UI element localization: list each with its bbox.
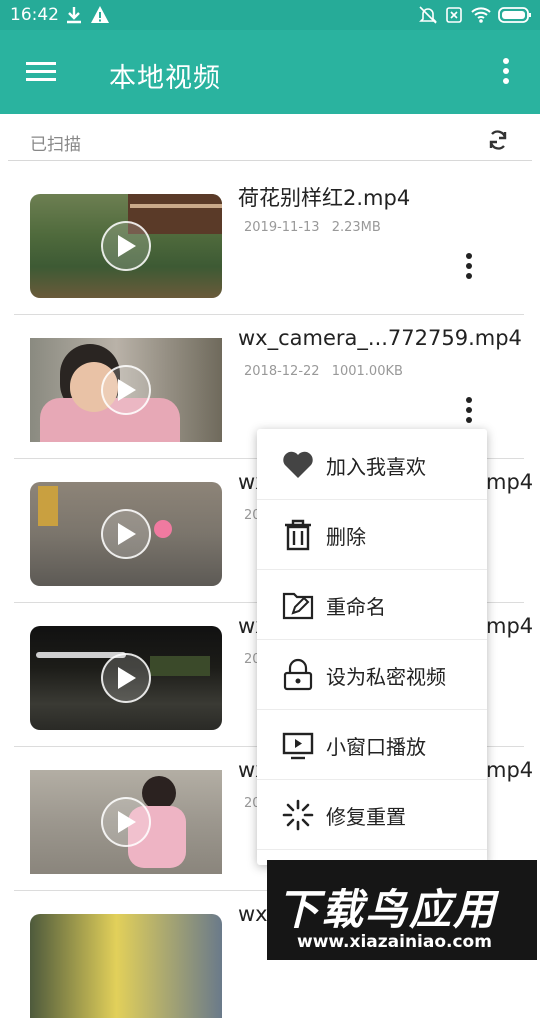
hamburger-menu-icon[interactable] — [26, 58, 58, 86]
trash-icon — [285, 519, 311, 551]
video-name-tail: mp4 — [486, 470, 534, 494]
rename-icon — [282, 592, 314, 620]
scan-status-label: 已扫描 — [30, 135, 81, 155]
page-title: 本地视频 — [109, 63, 221, 94]
more-vertical-icon[interactable] — [464, 396, 474, 426]
video-name-tail: mp4 — [486, 758, 534, 782]
watermark-url: www.xiazainiao.com — [297, 932, 492, 952]
video-size: 2.23MB — [331, 220, 381, 235]
video-date: 2018-12-22 — [244, 364, 320, 379]
heart-icon — [283, 451, 313, 478]
video-name-tail: mp4 — [486, 614, 534, 638]
play-icon — [101, 797, 151, 847]
menu-item-label: 删除 — [326, 525, 366, 549]
play-icon — [101, 221, 151, 271]
video-thumbnail[interactable] — [30, 770, 222, 874]
status-time: 16:42 — [10, 5, 59, 25]
menu-item-label: 修复重置 — [326, 805, 406, 829]
video-thumbnail[interactable] — [30, 338, 222, 442]
menu-item-label: 加入我喜欢 — [326, 455, 426, 479]
video-thumbnail[interactable] — [30, 482, 222, 586]
video-options-menu: 加入我喜欢 删除 重命名 设为私密视频 小窗口播放 修复重置 — [257, 429, 487, 865]
menu-item-repair[interactable]: 修复重置 — [257, 779, 487, 850]
wifi-icon — [471, 7, 491, 23]
video-name: 荷花别样红2.mp4 — [238, 186, 411, 210]
video-name: wx_camera_...772759.mp4 — [238, 326, 522, 350]
video-thumbnail[interactable] — [30, 626, 222, 730]
menu-item-private[interactable]: 设为私密视频 — [257, 639, 487, 710]
video-thumbnail[interactable] — [30, 914, 222, 1018]
video-meta: 2019-11-13 2.23MB — [244, 220, 389, 235]
status-bar: 16:42 — [0, 0, 540, 30]
video-list-item[interactable]: 荷花别样红2.mp4 2019-11-13 2.23MB — [14, 170, 524, 315]
video-date: 2019-11-13 — [244, 220, 320, 235]
watermark-brand: 下载鸟应用 — [277, 885, 498, 934]
mini-window-icon — [282, 732, 314, 760]
menu-item-rename[interactable]: 重命名 — [257, 569, 487, 640]
menu-item-favorite[interactable]: 加入我喜欢 — [257, 429, 487, 500]
warning-icon — [91, 6, 109, 23]
menu-item-delete[interactable]: 删除 — [257, 499, 487, 570]
play-icon — [101, 653, 151, 703]
menu-item-mini-window[interactable]: 小窗口播放 — [257, 709, 487, 780]
play-icon — [101, 509, 151, 559]
lock-icon — [283, 658, 313, 691]
mute-icon — [419, 6, 437, 24]
app-bar: 本地视频 — [0, 30, 540, 114]
more-vertical-icon[interactable] — [464, 252, 474, 282]
menu-item-label: 设为私密视频 — [326, 665, 446, 689]
video-name: wx — [238, 902, 268, 926]
watermark-logo: 下载鸟应用 www.xiazainiao.com — [267, 860, 537, 960]
refresh-icon[interactable] — [486, 128, 510, 152]
more-vertical-icon[interactable] — [496, 56, 516, 88]
video-size: 1001.00KB — [331, 364, 403, 379]
scan-status-row: 已扫描 — [8, 116, 532, 161]
play-icon — [101, 365, 151, 415]
battery-icon — [498, 7, 531, 23]
download-icon — [67, 7, 81, 24]
video-meta: 2018-12-22 1001.00KB — [244, 364, 411, 379]
menu-item-label: 重命名 — [326, 595, 386, 619]
video-thumbnail[interactable] — [30, 194, 222, 298]
repair-spinner-icon — [282, 799, 314, 831]
sim-icon — [446, 7, 462, 23]
menu-item-label: 小窗口播放 — [326, 735, 426, 759]
